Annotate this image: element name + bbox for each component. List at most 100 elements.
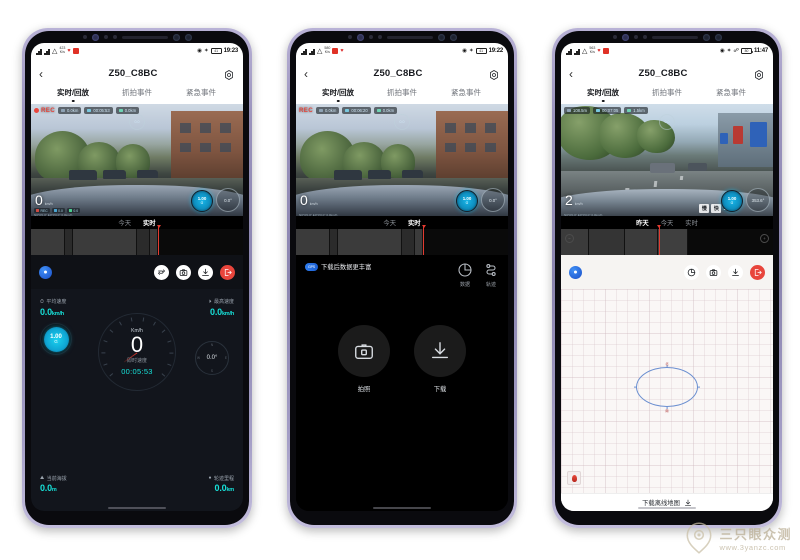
page-title: Z50_C8BC <box>638 68 688 79</box>
timeline-label-today[interactable]: 今天 <box>383 218 396 227</box>
exit-icon[interactable] <box>750 264 765 280</box>
timeline-label-live[interactable]: 实时 <box>143 218 156 227</box>
heart-icon: ♥ <box>597 48 601 54</box>
gear-icon[interactable] <box>488 68 500 80</box>
back-chevron-icon[interactable]: ‹ <box>304 68 308 80</box>
signal-bars-icon <box>44 47 50 55</box>
record-dot-icon <box>34 108 39 113</box>
timeline-playhead[interactable] <box>656 225 661 255</box>
timeline-label-live[interactable]: 实时 <box>408 218 421 227</box>
photo-button[interactable]: 拍照 <box>338 325 390 393</box>
camera-icon[interactable] <box>706 264 721 280</box>
tab-emergency-events[interactable]: 紧急事件 <box>169 87 233 98</box>
photo-button-label: 拍照 <box>357 386 371 393</box>
timeline-playhead[interactable] <box>421 225 426 255</box>
home-indicator <box>373 507 431 509</box>
earpiece-speaker <box>386 35 433 39</box>
map-view[interactable]: 北 南 下载离线地图 <box>561 289 773 511</box>
timeline-label-today[interactable]: 今天 <box>118 218 131 227</box>
sensor-dot-icon <box>347 35 352 39</box>
offline-map-label: 下载离线地图 <box>642 500 680 507</box>
timeline[interactable]: 今天 实时 <box>296 216 508 255</box>
back-chevron-icon[interactable]: ‹ <box>39 68 43 80</box>
hud-coordinates: N0°0'0.0" E0°0'0.0" 0.0km/h <box>34 212 73 217</box>
status-bar: △ 423 K/s ♥ ◉ ✶ 41 19:23 <box>31 43 243 59</box>
video-hud: 0 km/h REC 0.0 0.0 N0°0'0.0" E0°0'0.0" 0… <box>31 186 243 216</box>
sensor-dot-icon <box>103 35 108 39</box>
timeline-label-today[interactable]: 今天 <box>661 218 674 227</box>
tab-live-playback[interactable]: 实时/回放 <box>571 87 635 98</box>
timeline-label-live[interactable]: 实时 <box>685 218 698 227</box>
tab-live-playback[interactable]: 实时/回放 <box>306 87 370 98</box>
gear-icon[interactable] <box>753 68 765 80</box>
timeline-track[interactable] <box>31 225 243 255</box>
network-speed: 423 K/s <box>59 46 66 54</box>
tab-snapshot-events[interactable]: 抓拍事件 <box>635 87 699 98</box>
video-chip-storage: 0.0km <box>315 107 340 114</box>
recording-indicator: REC <box>34 107 55 114</box>
exit-icon[interactable] <box>220 264 235 280</box>
voice-icon[interactable]: ● <box>39 265 52 279</box>
sensor-dot-icon <box>612 35 617 39</box>
back-chevron-icon[interactable]: ‹ <box>569 68 573 80</box>
mini-action-data[interactable]: 数据 <box>457 262 473 288</box>
clock-icon <box>595 108 600 113</box>
map-south-label: 南 <box>665 408 669 413</box>
panel-main-actions: 拍照 下载 <box>296 325 508 393</box>
hud-mini-gauge: 0.0 <box>394 114 410 130</box>
video-chip-duration: 00:05:53 <box>84 107 113 114</box>
download-icon[interactable] <box>198 264 213 280</box>
camera-icon[interactable] <box>176 264 191 280</box>
hud-speed: 0 km/h <box>300 192 318 209</box>
timeline[interactable]: 今天 实时 <box>31 216 243 255</box>
timeline-track[interactable]: − + <box>561 225 773 255</box>
pie-chart-icon[interactable] <box>684 264 699 280</box>
watermark-brand: 三只眼众测 <box>719 527 792 542</box>
camera-icon <box>338 325 390 377</box>
tab-bar: 实时/回放 抓拍事件 紧急事件 <box>561 84 773 104</box>
gear-icon[interactable] <box>223 68 235 80</box>
phone-screen: △ 580 K/s ♥ ◉ ✶ 41 19:22 ‹ Z50_C8BC 实时/回… <box>296 43 508 511</box>
playback-video-view[interactable]: 108.5m 00:07:05 1.5km 0.0 2 km/h N0°0'0.… <box>561 104 773 216</box>
tab-live-playback[interactable]: 实时/回放 <box>41 87 105 98</box>
slow-button[interactable]: 慢 <box>699 204 710 213</box>
iris-scanner-icon <box>172 33 180 41</box>
bluetooth-icon: ✶ <box>469 48 474 54</box>
hud-speed: 0 km/h <box>35 192 53 209</box>
earpiece-speaker <box>121 35 168 39</box>
live-video-view[interactable]: REC 0.0km 00:06:20 0.0km 0.0 0 km/h N0°0… <box>296 104 508 216</box>
video-hud: 0 km/h N0°0'0.0" E0°0'0.0" 0.0km/h 1.00 … <box>296 186 508 216</box>
timeline-label-yesterday[interactable]: 昨天 <box>636 218 649 227</box>
sd-card-icon <box>567 108 571 113</box>
avg-speed-stat: ⏱ 平均速度 0.0km/h <box>40 298 67 317</box>
zoom-in-icon[interactable]: + <box>760 234 769 243</box>
gps-hint: GPS 下载后数据更丰富 <box>305 262 371 271</box>
tab-snapshot-events[interactable]: 抓拍事件 <box>105 87 169 98</box>
hud-g-force-gauge: 1.00 G <box>721 190 743 212</box>
fast-button[interactable]: 快 <box>711 204 722 213</box>
phone-screen: △ 563 K/s ♥ ◉ ✶ ☍ 80 11:47 ‹ Z50_C8BC 实时… <box>561 43 773 511</box>
tab-emergency-events[interactable]: 紧急事件 <box>699 87 763 98</box>
location-icon: ● <box>208 475 212 481</box>
compass-north-label: N <box>210 343 214 347</box>
accuracy-circle: 北 南 <box>634 362 700 413</box>
timeline[interactable]: 昨天 今天 实时 − + <box>561 216 773 255</box>
route-switch-icon[interactable] <box>154 264 169 280</box>
hud-coordinates: N0°0'0.0" E0°0'0.0" 0.0km/h <box>564 212 603 217</box>
download-button[interactable]: 下载 <box>414 325 466 393</box>
timeline-track[interactable] <box>296 225 508 255</box>
tab-snapshot-events[interactable]: 抓拍事件 <box>370 87 434 98</box>
hud-mini-gauge: 0.0 <box>659 114 675 130</box>
download-icon[interactable] <box>728 264 743 280</box>
page-title: Z50_C8BC <box>373 68 423 79</box>
tab-emergency-events[interactable]: 紧急事件 <box>434 87 498 98</box>
route-icon <box>483 262 499 278</box>
zoom-out-icon[interactable]: − <box>565 234 574 243</box>
sd-card-icon <box>60 108 65 113</box>
alert-badge-icon <box>602 48 609 54</box>
mini-action-track[interactable]: 轨迹 <box>483 262 499 288</box>
timeline-playhead[interactable] <box>156 225 161 255</box>
network-speed: 580 K/s <box>324 46 331 54</box>
voice-icon[interactable]: ● <box>569 265 582 279</box>
live-video-view[interactable]: REC 0.0km 00:05:53 0.0km 0.0 0 km/h REC … <box>31 104 243 216</box>
